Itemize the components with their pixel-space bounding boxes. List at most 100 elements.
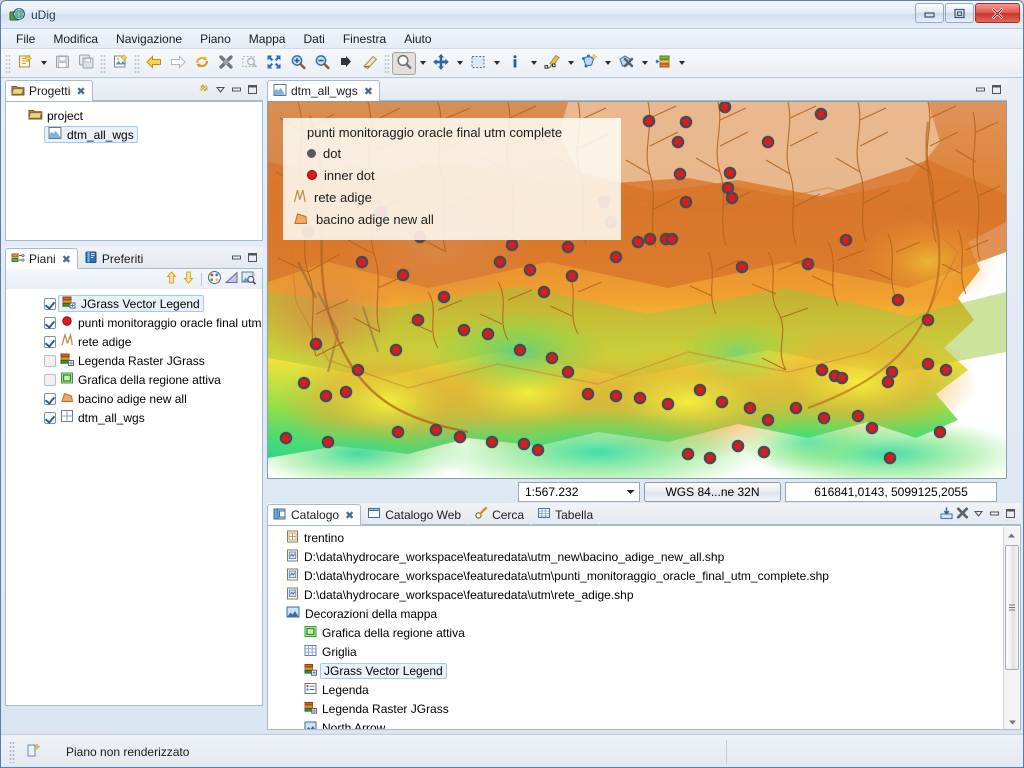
catalog-item-legenda[interactable]: Legenda bbox=[268, 680, 1020, 699]
new-map-dropdown[interactable] bbox=[37, 52, 50, 75]
close-icon[interactable]: ✖ bbox=[345, 509, 354, 522]
vscrollbar-thumb[interactable] bbox=[1005, 545, 1019, 670]
piani-layer-list[interactable]: JGrass Vector Legend punti monitoraggio … bbox=[5, 289, 263, 706]
layer-row[interactable]: bacino adige new all bbox=[6, 389, 262, 408]
tab-progetti[interactable]: Progetti ✖ bbox=[5, 80, 93, 101]
info-tool-dropdown[interactable] bbox=[527, 52, 540, 75]
minimize-view-icon[interactable] bbox=[230, 251, 243, 264]
delete-feature-button[interactable] bbox=[614, 52, 638, 75]
tree-item-project[interactable]: project bbox=[6, 106, 262, 125]
tab-tabella[interactable]: Tabella bbox=[531, 504, 601, 525]
tab-piani[interactable]: Piani ✖ bbox=[5, 248, 78, 269]
layer-checkbox[interactable] bbox=[44, 316, 56, 329]
layer-checkbox[interactable] bbox=[44, 297, 56, 310]
close-icon[interactable]: ✖ bbox=[76, 85, 85, 98]
create-feature-button[interactable] bbox=[577, 52, 601, 75]
layer-row[interactable]: Grafica della regione attiva bbox=[6, 370, 262, 389]
save-all-button[interactable] bbox=[74, 52, 98, 75]
menu-dati[interactable]: Dati bbox=[294, 30, 333, 48]
layer-checkbox[interactable] bbox=[44, 392, 56, 405]
close-icon[interactable]: ✖ bbox=[364, 85, 373, 98]
view-menu-icon[interactable] bbox=[214, 83, 227, 96]
catalog-item-shapefile[interactable]: D:\data\hydrocare_workspace\featuredata\… bbox=[268, 585, 1020, 604]
menu-piano[interactable]: Piano bbox=[191, 30, 240, 48]
layer-checkbox[interactable] bbox=[44, 373, 56, 386]
pan-to-button[interactable] bbox=[334, 52, 358, 75]
maximize-view-icon[interactable] bbox=[990, 83, 1003, 96]
catalog-item-shapefile[interactable]: D:\data\hydrocare_workspace\featuredata\… bbox=[268, 547, 1020, 566]
zoom-tool-dropdown[interactable] bbox=[416, 52, 429, 75]
menu-file[interactable]: File bbox=[7, 30, 44, 48]
chevron-down-icon[interactable] bbox=[622, 483, 639, 501]
layer-checkbox[interactable] bbox=[44, 411, 56, 424]
layer-row[interactable]: dtm_all_wgs bbox=[6, 408, 262, 427]
style-palette-icon[interactable] bbox=[207, 270, 222, 288]
layer-tools-dropdown[interactable] bbox=[675, 52, 688, 75]
create-feature-dropdown[interactable] bbox=[601, 52, 614, 75]
scroll-up-arrow[interactable] bbox=[1004, 527, 1019, 543]
progetti-tree[interactable]: project dtm_all_wgs bbox=[5, 101, 263, 241]
zoom-in-button[interactable] bbox=[286, 52, 310, 75]
delete-feature-dropdown[interactable] bbox=[638, 52, 651, 75]
catalog-vscrollbar[interactable] bbox=[1003, 527, 1020, 729]
toolbar-grip-2[interactable] bbox=[100, 53, 106, 73]
map-canvas[interactable]: punti monitoraggio oracle final utm comp… bbox=[267, 101, 1007, 479]
layer-row[interactable]: punti monitoraggio oracle final utm bbox=[6, 313, 262, 332]
crs-button[interactable]: WGS 84...ne 32N bbox=[644, 482, 781, 502]
catalog-item-grafica-regione[interactable]: Grafica della regione attiva bbox=[268, 623, 1020, 642]
menu-modifica[interactable]: Modifica bbox=[44, 30, 107, 48]
edit-geometry-dropdown[interactable] bbox=[564, 52, 577, 75]
layer-row[interactable]: JGrass Vector Legend bbox=[6, 294, 262, 313]
catalog-tree[interactable]: trentino D:\data\hydrocare_workspace\fea… bbox=[267, 525, 1021, 730]
transparency-icon[interactable] bbox=[224, 270, 239, 288]
stop-render-button[interactable] bbox=[214, 52, 238, 75]
scroll-down-arrow[interactable] bbox=[1004, 714, 1020, 729]
tab-preferiti[interactable]: Preferiti bbox=[77, 248, 151, 269]
zoom-selection-button[interactable] bbox=[238, 52, 262, 75]
view-menu-icon[interactable] bbox=[972, 507, 985, 520]
layer-row[interactable]: Legenda Raster JGrass bbox=[6, 351, 262, 370]
refresh-button[interactable] bbox=[190, 52, 214, 75]
catalog-item-griglia[interactable]: Griglia bbox=[268, 642, 1020, 661]
scale-combo[interactable]: 1:567.232 bbox=[518, 482, 640, 502]
forward-button[interactable] bbox=[166, 52, 190, 75]
layer-checkbox[interactable] bbox=[44, 354, 56, 367]
toolbar-grip-3[interactable] bbox=[134, 53, 140, 73]
catalog-item-trentino[interactable]: trentino bbox=[268, 528, 1020, 547]
minimize-view-icon[interactable] bbox=[988, 507, 1001, 520]
move-down-icon[interactable] bbox=[181, 270, 196, 288]
maximize-view-icon[interactable] bbox=[246, 83, 259, 96]
catalog-item-shapefile[interactable]: D:\data\hydrocare_workspace\featuredata\… bbox=[268, 566, 1020, 585]
select-tool-button[interactable] bbox=[466, 52, 490, 75]
tree-item-dtm-all-wgs[interactable]: dtm_all_wgs bbox=[6, 125, 262, 144]
maximize-view-icon[interactable] bbox=[1004, 507, 1017, 520]
zoom-extent-button[interactable] bbox=[262, 52, 286, 75]
menu-mappa[interactable]: Mappa bbox=[240, 30, 295, 48]
new-map-button[interactable] bbox=[13, 52, 37, 75]
menu-navigazione[interactable]: Navigazione bbox=[107, 30, 191, 48]
close-button[interactable] bbox=[975, 3, 1020, 23]
save-button[interactable] bbox=[50, 52, 74, 75]
catalog-item-decorazioni[interactable]: Decorazioni della mappa bbox=[268, 604, 1020, 623]
minimize-view-icon[interactable] bbox=[974, 83, 987, 96]
toolbar-grip[interactable] bbox=[5, 53, 11, 73]
tab-cerca[interactable]: Cerca bbox=[468, 504, 532, 525]
close-icon[interactable]: ✖ bbox=[62, 253, 71, 266]
edit-geometry-button[interactable] bbox=[540, 52, 564, 75]
pan-tool-dropdown[interactable] bbox=[453, 52, 466, 75]
tab-catalogo[interactable]: Catalogo ✖ bbox=[267, 504, 362, 525]
pan-tool-button[interactable] bbox=[429, 52, 453, 75]
catalog-item-north-arrow[interactable]: North Arrow bbox=[268, 718, 1020, 729]
toolbar-grip-4[interactable] bbox=[384, 53, 390, 73]
layer-row[interactable]: rete adige bbox=[6, 332, 262, 351]
tab-catalogo-web[interactable]: Catalogo Web bbox=[361, 504, 469, 525]
eraser-button[interactable] bbox=[358, 52, 382, 75]
import-icon[interactable] bbox=[940, 507, 953, 520]
tab-dtm-all-wgs[interactable]: dtm_all_wgs ✖ bbox=[267, 80, 380, 101]
catalog-item-legenda-raster[interactable]: Legenda Raster JGrass bbox=[268, 699, 1020, 718]
menu-aiuto[interactable]: Aiuto bbox=[395, 30, 440, 48]
move-up-icon[interactable] bbox=[164, 270, 179, 288]
maximize-view-icon[interactable] bbox=[246, 251, 259, 264]
zoom-out-button[interactable] bbox=[310, 52, 334, 75]
layer-checkbox[interactable] bbox=[44, 335, 56, 348]
